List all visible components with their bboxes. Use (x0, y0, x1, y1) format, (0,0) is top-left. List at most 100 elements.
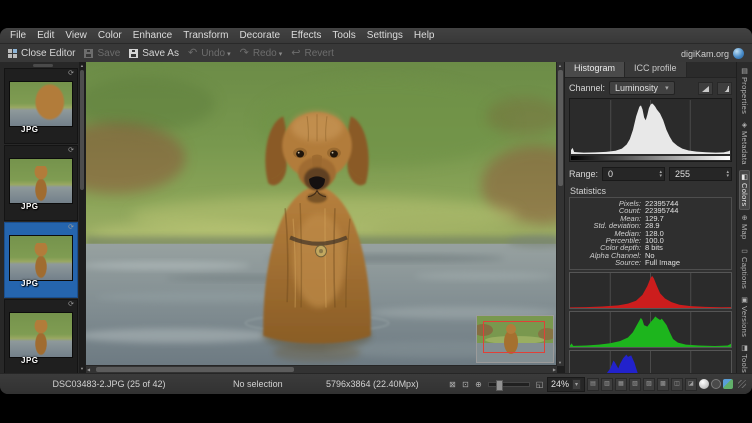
fit-to-selection-icon[interactable]: ⊡ (460, 380, 471, 389)
overlay-right-button[interactable]: ◪ (685, 378, 697, 391)
scroll-down-icon[interactable]: ▼ (79, 366, 85, 372)
filename-status: DSC03483-2.JPG (25 of 42) (6, 379, 212, 389)
right-panel-tabs: Histogram ICC profile (565, 62, 736, 78)
thumbbar-scroll-thumb[interactable] (80, 70, 84, 190)
redo-button[interactable]: ↷ Redo ▾ (240, 48, 283, 59)
thumbnail-2[interactable]: ⟳ JPG (4, 145, 78, 221)
undo-label: Undo (201, 48, 225, 59)
thumbnail-4[interactable]: ⟳ JPG (4, 299, 78, 373)
map-icon: ⊕ (742, 215, 748, 222)
linear-histogram-icon (702, 86, 709, 92)
channel-select[interactable]: Luminosity ▾ (609, 81, 675, 95)
vertical-scroll-thumb[interactable] (558, 70, 563, 186)
linear-scale-button[interactable] (698, 82, 713, 95)
thumbbar-scrollbar[interactable]: ▲ ▼ (79, 62, 85, 373)
tab-tools[interactable]: ◨ Tools (740, 342, 749, 373)
tab-label: Versions (740, 306, 749, 337)
close-editor-button[interactable]: Close Editor (8, 48, 75, 59)
save-as-label: Save As (142, 48, 179, 59)
preview-mode-button[interactable]: ▥ (601, 378, 613, 391)
undo-button[interactable]: ↶ Undo ▾ (188, 48, 231, 59)
fullscreen-button[interactable]: ▨ (643, 378, 655, 391)
tab-versions[interactable]: ▣ Versions (740, 294, 749, 340)
menu-tools[interactable]: Tools (332, 30, 355, 41)
menu-file[interactable]: File (10, 30, 26, 41)
chevron-down-icon[interactable]: ▾ (572, 379, 581, 390)
rotate-icon[interactable]: ⟳ (68, 70, 74, 78)
tab-icc-profile[interactable]: ICC profile (625, 62, 687, 77)
right-sidebar-panel: Histogram ICC profile Channel: Luminosit… (564, 62, 736, 373)
save-as-button[interactable]: Save As (129, 48, 179, 59)
tab-map[interactable]: ⊕ Map (740, 212, 749, 243)
split-view-button[interactable]: ▧ (629, 378, 641, 391)
luminosity-histogram[interactable] (569, 98, 732, 162)
menu-decorate[interactable]: Decorate (239, 30, 280, 41)
menu-help[interactable]: Help (414, 30, 435, 41)
undo-dropdown-icon[interactable]: ▾ (227, 50, 231, 58)
fit-to-window-icon[interactable]: ⊠ (447, 380, 458, 389)
logarithmic-scale-button[interactable] (717, 82, 732, 95)
thumbnail-1[interactable]: ⟳ JPG (4, 68, 78, 144)
rotate-icon[interactable]: ⟳ (68, 301, 74, 309)
window-resize-grip[interactable] (738, 380, 746, 388)
canvas-vertical-scrollbar[interactable]: ▲ ▼ (556, 62, 564, 366)
tab-captions[interactable]: ▭ Captions (740, 245, 749, 292)
tab-properties[interactable]: ▤ Properties (740, 65, 749, 117)
revert-button[interactable]: ↩ Revert (291, 48, 334, 59)
range-min-spinbox[interactable]: 0 ▴▾ (602, 167, 665, 181)
digikam-org-label: digiKam.org (681, 49, 729, 59)
zoom-resize-icon[interactable]: ◱ (534, 380, 545, 389)
main-area: ⟳ JPG ⟳ JPG ⟳ JPG ⟳ JPG ⟳ J (0, 62, 752, 373)
tab-metadata[interactable]: ◈ Metadata (740, 119, 749, 168)
channel-row: Channel: Luminosity ▾ (565, 78, 736, 97)
compare-mode-button[interactable]: ▦ (615, 378, 627, 391)
zoom-100-icon[interactable]: ⊕ (473, 380, 484, 389)
save-label: Save (97, 48, 120, 59)
scroll-right-icon[interactable]: ▶ (553, 366, 556, 373)
redo-dropdown-icon[interactable]: ▾ (279, 50, 283, 58)
over-exposure-indicator-icon[interactable] (699, 379, 709, 389)
pan-navigation-overlay[interactable] (476, 315, 554, 363)
horizontal-scroll-thumb[interactable] (96, 367, 294, 372)
thumbbar-toggle-button[interactable]: ▤ (587, 378, 599, 391)
status-bar: DSC03483-2.JPG (25 of 42) No selection 5… (0, 373, 752, 394)
slideshow-button[interactable]: ▩ (657, 378, 669, 391)
zoom-slider[interactable] (488, 382, 530, 387)
zoom-slider-handle[interactable] (496, 380, 503, 391)
thumbnail-photo (9, 235, 73, 281)
scroll-up-icon[interactable]: ▲ (558, 62, 562, 69)
menu-transform[interactable]: Transform (183, 30, 228, 41)
menu-view[interactable]: View (65, 30, 87, 41)
rotate-icon[interactable]: ⟳ (68, 147, 74, 155)
thumbbar-grip[interactable] (33, 64, 53, 67)
menu-effects[interactable]: Effects (291, 30, 321, 41)
scroll-up-icon[interactable]: ▲ (79, 63, 85, 69)
thumbnail-3-selected[interactable]: ⟳ JPG (4, 222, 78, 298)
spinner-arrows-icon[interactable]: ▴▾ (726, 170, 729, 178)
menu-enhance[interactable]: Enhance (133, 30, 172, 41)
rotate-icon[interactable]: ⟳ (68, 224, 74, 232)
digikam-org-link[interactable]: digiKam.org (681, 48, 744, 59)
range-max-spinbox[interactable]: 255 ▴▾ (669, 167, 732, 181)
tab-label: Captions (740, 257, 749, 289)
overlay-left-button[interactable]: ◫ (671, 378, 683, 391)
zoom-level-combobox[interactable]: 24% ▾ (547, 377, 585, 392)
visible-region-rect[interactable] (483, 321, 545, 353)
save-button[interactable]: Save (84, 48, 120, 59)
stat-value: Full Image (645, 259, 680, 266)
color-managed-view-icon[interactable] (723, 379, 733, 389)
tab-histogram[interactable]: Histogram (565, 62, 625, 77)
menu-color[interactable]: Color (98, 30, 122, 41)
thumbnail-bar: ⟳ JPG ⟳ JPG ⟳ JPG ⟳ JPG ⟳ J (0, 62, 86, 373)
canvas-horizontal-scrollbar[interactable]: ◀ ▶ (86, 365, 557, 373)
menu-settings[interactable]: Settings (367, 30, 403, 41)
tab-label: Tools (740, 354, 749, 373)
scroll-left-icon[interactable]: ◀ (87, 366, 90, 373)
under-exposure-indicator-icon[interactable] (711, 379, 721, 389)
scroll-down-icon[interactable]: ▼ (558, 359, 562, 366)
menu-edit[interactable]: Edit (37, 30, 54, 41)
spinner-arrows-icon[interactable]: ▴▾ (660, 170, 663, 178)
tab-colors[interactable]: ◧ Colors (739, 170, 750, 210)
undo-icon: ↶ (188, 49, 197, 58)
dog-thumb (30, 320, 51, 356)
